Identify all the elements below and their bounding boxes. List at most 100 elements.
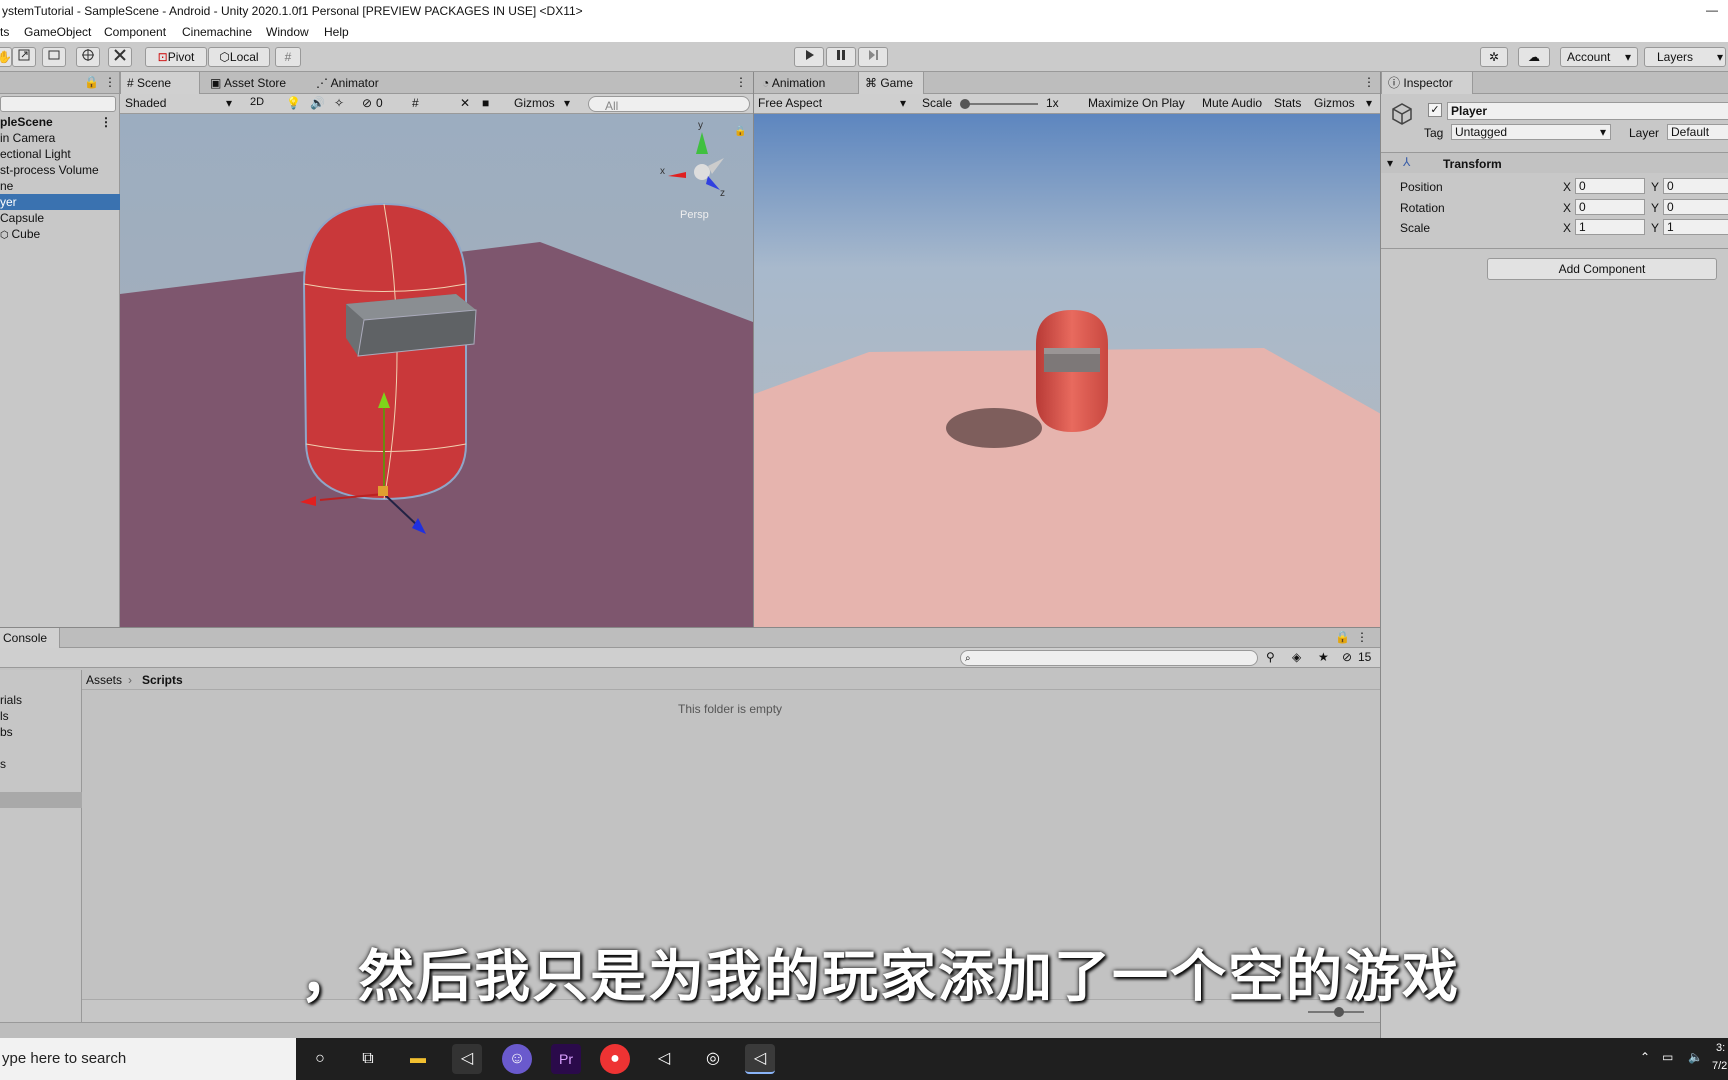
unity-icon[interactable]: ◁: [649, 1044, 679, 1074]
tab-animation[interactable]: ◔ Animation: [756, 72, 831, 94]
transform-tool-button[interactable]: [76, 47, 100, 67]
menu-component[interactable]: Component: [104, 25, 166, 39]
shading-mode-dropdown[interactable]: Shaded: [125, 96, 166, 110]
folder-scripts-selected[interactable]: [0, 792, 82, 808]
task-view-icon[interactable]: ⧉: [353, 1044, 383, 1074]
hierarchy-item-directional-light[interactable]: ectional Light: [0, 146, 71, 162]
lock-icon[interactable]: 🔒: [734, 125, 746, 137]
github-desktop-icon[interactable]: ☺: [502, 1044, 532, 1074]
breadcrumb-assets[interactable]: Assets: [86, 673, 122, 687]
menu-window[interactable]: Window: [266, 25, 309, 39]
folder-scenes[interactable]: s: [0, 756, 6, 772]
grid-icon[interactable]: #: [412, 96, 419, 110]
taskbar-search-box[interactable]: ype here to search: [0, 1038, 296, 1080]
object-name-field[interactable]: Player: [1447, 102, 1728, 120]
clock-time[interactable]: 3:: [1716, 1042, 1725, 1054]
effects-icon[interactable]: ✧: [334, 96, 344, 110]
hierarchy-item-main-camera[interactable]: in Camera: [0, 130, 55, 146]
file-explorer-icon[interactable]: ▬: [403, 1044, 433, 1074]
kebab-menu-icon[interactable]: ⋮: [104, 75, 116, 89]
hierarchy-item-cube[interactable]: ⬡ Cube: [0, 226, 40, 242]
pivot-toggle[interactable]: ⊡Pivot: [145, 47, 207, 67]
hierarchy-scene-root[interactable]: pleScene ⋮: [0, 114, 120, 130]
stats-toggle[interactable]: Stats: [1274, 96, 1301, 110]
custom-tool-button[interactable]: [108, 47, 132, 67]
rect-tool-button[interactable]: [42, 47, 66, 67]
maximize-on-play-toggle[interactable]: Maximize On Play: [1088, 96, 1185, 110]
game-gizmos-dropdown[interactable]: Gizmos: [1314, 96, 1355, 110]
tools-icon[interactable]: ✕: [460, 96, 470, 110]
kebab-menu-icon[interactable]: ⋮: [735, 75, 747, 89]
hierarchy-item-player[interactable]: yer: [0, 194, 120, 210]
lighting-icon[interactable]: 💡: [286, 96, 301, 110]
mode-2d-toggle[interactable]: 2D: [250, 96, 264, 108]
tag-dropdown[interactable]: Untagged ▾: [1451, 124, 1611, 140]
scene-search-input[interactable]: All: [588, 96, 750, 113]
minimize-button[interactable]: —: [1678, 0, 1718, 22]
kebab-menu-icon[interactable]: ⋮: [1356, 630, 1368, 644]
menu-assets[interactable]: ts: [0, 25, 9, 39]
camera-icon[interactable]: ■: [482, 96, 489, 110]
unity-hub-icon[interactable]: ◁: [452, 1044, 482, 1074]
hierarchy-search-input[interactable]: [0, 96, 116, 112]
rotation-y-field[interactable]: 0: [1663, 199, 1728, 215]
unity-editor-active-icon[interactable]: ◁: [745, 1044, 775, 1074]
active-checkbox[interactable]: ✓: [1428, 103, 1442, 117]
hierarchy-item-capsule[interactable]: Capsule: [0, 210, 44, 226]
rotation-x-field[interactable]: 0: [1575, 199, 1645, 215]
lock-icon[interactable]: 🔒: [84, 75, 99, 89]
layer-dropdown[interactable]: Default: [1667, 124, 1728, 140]
gizmos-dropdown[interactable]: Gizmos: [514, 96, 555, 110]
scale-slider-thumb[interactable]: [960, 99, 970, 109]
tab-console[interactable]: Console: [0, 628, 60, 648]
chrome-icon[interactable]: ●: [600, 1044, 630, 1074]
audio-icon[interactable]: 🔊: [310, 96, 325, 110]
tab-scene[interactable]: # Scene: [120, 72, 200, 94]
icon-size-slider-thumb[interactable]: [1334, 1007, 1344, 1017]
hidden-packages-icon[interactable]: ⊘: [1342, 650, 1352, 664]
volume-icon[interactable]: 🔈: [1688, 1050, 1703, 1064]
hierarchy-item-post-process-volume[interactable]: st-process Volume: [0, 162, 99, 178]
premiere-pro-icon[interactable]: Pr: [551, 1044, 581, 1074]
tab-game[interactable]: ⌘ Game: [858, 72, 924, 94]
position-x-field[interactable]: 0: [1575, 178, 1645, 194]
pause-button[interactable]: [826, 47, 856, 67]
foldout-arrow-icon[interactable]: ▾: [1387, 156, 1393, 170]
scale-y-field[interactable]: 1: [1663, 219, 1728, 235]
tab-animator[interactable]: ⋰ Animator: [310, 72, 385, 94]
layers-dropdown[interactable]: Layers ▾: [1644, 47, 1726, 67]
kebab-menu-icon[interactable]: ⋮: [1363, 75, 1375, 89]
scene-viewport[interactable]: y x z Persp 🔒: [120, 114, 753, 627]
scale-slider[interactable]: [962, 103, 1038, 105]
cortana-icon[interactable]: ○: [305, 1044, 335, 1074]
hand-tool-button[interactable]: ✋: [0, 47, 12, 67]
transform-header[interactable]: ▾ ⅄ Transform: [1381, 153, 1728, 173]
lock-icon[interactable]: 🔒: [1335, 630, 1350, 644]
local-toggle[interactable]: ⬡Local: [208, 47, 270, 67]
menu-help[interactable]: Help: [324, 25, 349, 39]
rect-scale-tool-button[interactable]: [12, 47, 36, 67]
chevron-up-icon[interactable]: ⌃: [1640, 1050, 1650, 1064]
breadcrumb-scripts[interactable]: Scripts: [142, 673, 183, 687]
collab-cloud-button[interactable]: ☁: [1518, 47, 1550, 67]
position-y-field[interactable]: 0: [1663, 178, 1728, 194]
mute-audio-toggle[interactable]: Mute Audio: [1202, 96, 1262, 110]
network-icon[interactable]: ▭: [1662, 1050, 1673, 1064]
clock-date[interactable]: 7/2: [1712, 1060, 1727, 1072]
game-viewport[interactable]: [754, 114, 1381, 627]
folder-models[interactable]: ls: [0, 708, 9, 724]
favorite-star-icon[interactable]: ★: [1318, 650, 1329, 664]
asset-type-filter-icon[interactable]: ⚲: [1266, 650, 1275, 664]
kebab-menu-icon[interactable]: ⋮: [100, 114, 112, 130]
folder-materials[interactable]: rials: [0, 692, 22, 708]
project-search-input[interactable]: ⌕: [960, 650, 1258, 666]
scale-x-field[interactable]: 1: [1575, 219, 1645, 235]
play-button[interactable]: [794, 47, 824, 67]
add-component-button[interactable]: Add Component: [1487, 258, 1717, 280]
obs-icon[interactable]: ◎: [698, 1044, 728, 1074]
account-dropdown[interactable]: Account ▾: [1560, 47, 1638, 67]
folder-prefabs[interactable]: bs: [0, 724, 13, 740]
menu-cinemachine[interactable]: Cinemachine: [182, 25, 252, 39]
tab-asset-store[interactable]: ▣ Asset Store: [204, 72, 292, 94]
aspect-dropdown[interactable]: Free Aspect: [758, 96, 822, 110]
